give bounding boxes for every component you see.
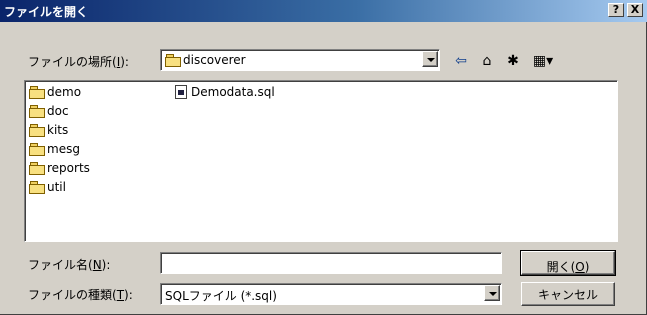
- folder-icon: [29, 162, 45, 175]
- title-bar[interactable]: ファイルを開く ? X: [0, 0, 647, 22]
- folder-icon: [29, 143, 45, 156]
- back-icon[interactable]: ⇦: [452, 52, 470, 70]
- sql-file-icon: [175, 85, 187, 99]
- file-item-demodata[interactable]: Demodata.sql: [175, 85, 275, 101]
- folder-icon: [29, 181, 45, 194]
- folder-item-kits[interactable]: kits: [29, 123, 68, 139]
- filename-label: ファイル名(N):: [28, 258, 111, 272]
- window-title: ファイルを開く: [4, 5, 89, 19]
- folder-item-mesg[interactable]: mesg: [29, 142, 80, 158]
- filetype-dropdown-button[interactable]: [484, 285, 500, 301]
- file-list[interactable]: demo doc kits mesg reports util Demodata…: [24, 80, 618, 242]
- cancel-button[interactable]: キャンセル: [521, 282, 615, 306]
- location-label: ファイルの場所(I):: [28, 55, 129, 69]
- view-menu-icon[interactable]: ▦▾: [530, 52, 556, 70]
- up-folder-icon[interactable]: ⌂: [478, 52, 496, 70]
- open-button[interactable]: 開く(O): [520, 250, 616, 276]
- folder-icon: [29, 86, 45, 99]
- folder-item-demo[interactable]: demo: [29, 85, 81, 101]
- folder-item-doc[interactable]: doc: [29, 104, 69, 120]
- filename-input[interactable]: [160, 252, 502, 274]
- location-dropdown-button[interactable]: [422, 51, 438, 67]
- open-file-dialog: ファイルを開く ? X ファイルの場所(I): discoverer ⇦ ⌂ ✱…: [0, 0, 647, 315]
- filetype-label: ファイルの種類(T):: [28, 288, 133, 302]
- folder-icon: [29, 124, 45, 137]
- location-value: discoverer: [183, 53, 246, 67]
- new-folder-icon[interactable]: ✱: [504, 52, 522, 70]
- filetype-combo[interactable]: SQLファイル (*.sql): [160, 283, 502, 305]
- location-combo[interactable]: discoverer: [160, 49, 440, 71]
- filetype-value: SQLファイル (*.sql): [165, 289, 277, 303]
- folder-item-util[interactable]: util: [29, 180, 66, 196]
- help-button[interactable]: ?: [608, 3, 624, 17]
- folder-item-reports[interactable]: reports: [29, 161, 90, 177]
- open-folder-icon: [165, 54, 181, 67]
- folder-icon: [29, 105, 45, 118]
- close-button[interactable]: X: [627, 3, 643, 17]
